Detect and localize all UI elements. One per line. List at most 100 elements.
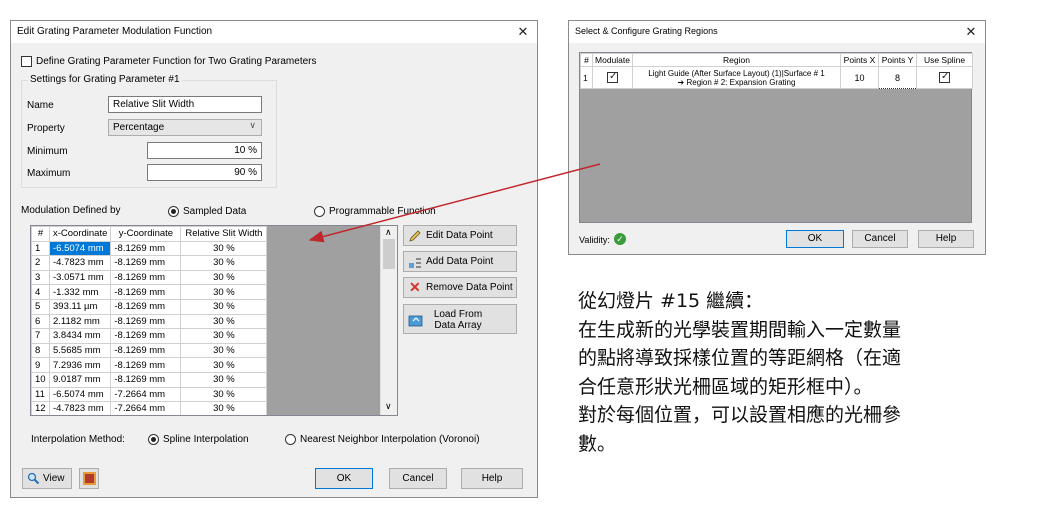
close-button[interactable]: ✕ [513,22,533,42]
data-points-grid: # x-Coordinate y-Coordinate Relative Slit W… [31,226,268,415]
add-point-icon [409,258,421,268]
x-coordinate-cell[interactable]: 2.1182 mm [48,313,112,330]
slide-annotation: 從幻燈片 #15 繼續： 在生成新的光學裝置期間輸入一定數量 的點將導致採樣位置… [578,287,1048,458]
modulate-cell[interactable] [592,66,633,89]
slit-width-cell[interactable]: 30 % [180,357,268,373]
x-coordinate-cell[interactable]: -1.332 mm [48,284,112,300]
points-y-cell[interactable]: 8 [878,66,917,89]
x-coordinate-cell[interactable]: 9.0187 mm [48,371,112,388]
x-coordinate-cell[interactable]: -4.7823 mm [48,401,112,415]
table-row[interactable]: 11 -6.5074 mm -7.2664 mm 30 % [31,386,268,403]
table-row[interactable]: 12 -4.7823 mm -7.2664 mm 30 % [31,401,268,415]
property-select[interactable]: Percentage ∨ [108,119,262,136]
slit-width-cell[interactable]: 30 % [180,255,268,271]
y-coordinate-cell[interactable]: -8.1269 mm [110,357,182,373]
region-cancel-button[interactable]: Cancel [852,230,908,248]
x-coordinate-cell[interactable]: -4.7823 mm [48,255,112,271]
name-field[interactable]: Relative Slit Width [108,96,262,113]
y-coordinate-cell[interactable]: -8.1269 mm [110,313,182,330]
x-coordinate-cell[interactable]: 7.2936 mm [48,357,112,373]
y-coordinate-cell[interactable]: -8.1269 mm [110,298,182,315]
table-row[interactable]: 2 -4.7823 mm -8.1269 mm 30 % [31,255,268,271]
nearest-neighbor-radio[interactable] [285,434,296,445]
add-data-point-button[interactable]: Add Data Point [403,251,517,272]
table-row[interactable]: 6 2.1182 mm -8.1269 mm 30 % [31,313,268,330]
table-row[interactable]: 8 5.5685 mm -8.1269 mm 30 % [31,342,268,359]
spline-interpolation-radio[interactable] [148,434,159,445]
x-coordinate-cell[interactable]: -6.5074 mm [48,386,112,403]
two-params-checkbox[interactable] [21,56,32,67]
slit-width-cell[interactable]: 30 % [180,313,268,330]
help-label: Help [481,473,503,484]
column-header[interactable]: y-Coordinate [110,226,182,242]
table-row[interactable]: 1 -6.5074 mm -8.1269 mm 30 % [31,240,268,257]
y-coordinate-cell[interactable]: -8.1269 mm [110,371,182,388]
table-row[interactable]: 10 9.0187 mm -8.1269 mm 30 % [31,371,268,388]
y-coordinate-cell[interactable]: -8.1269 mm [110,255,182,271]
region-dialog-titlebar: Select & Configure Grating Regions ✕ [569,21,985,43]
cancel-button[interactable]: Cancel [389,468,447,489]
slit-width-cell[interactable]: 30 % [180,342,268,359]
table-body: 1 -6.5074 mm -8.1269 mm 30 % 2 -4.7823 mm -8.1… [31,240,268,415]
slit-width-cell[interactable]: 30 % [180,386,268,403]
y-coordinate-cell[interactable]: -8.1269 mm [110,284,182,300]
x-coordinate-cell[interactable]: 3.8434 mm [48,328,112,344]
table-row[interactable]: 9 7.2936 mm -8.1269 mm 30 % [31,357,268,373]
slit-width-cell[interactable]: 30 % [180,328,268,344]
maximum-field[interactable]: 90 % [147,164,262,181]
region-ok-button[interactable]: OK [786,230,844,248]
table-row[interactable]: 7 3.8434 mm -8.1269 mm 30 % [31,328,268,344]
y-coordinate-cell[interactable]: -8.1269 mm [110,342,182,359]
dialog-title: Edit Grating Parameter Modulation Functi… [17,26,213,37]
use-spline-cell[interactable] [916,66,973,89]
slit-width-cell[interactable]: 30 % [180,298,268,315]
column-header[interactable]: # [31,226,50,242]
view-button[interactable]: View [22,468,72,489]
edit-data-point-button[interactable]: Edit Data Point [403,225,517,246]
row-index: 11 [31,386,50,403]
x-coordinate-cell[interactable]: 5.5685 mm [48,342,112,359]
region-row[interactable]: 1 Light Guide (After Surface Layout) (1)… [580,66,973,89]
load-from-array-button[interactable]: Load From Data Array [403,304,517,334]
ok-button[interactable]: OK [315,468,373,489]
slit-width-cell[interactable]: 30 % [180,401,268,415]
column-header[interactable]: x-Coordinate [48,226,112,242]
y-coordinate-cell[interactable]: -7.2664 mm [110,386,182,403]
scroll-thumb[interactable] [383,239,395,269]
render-button[interactable] [79,468,99,489]
row-index: 5 [31,298,50,315]
region-name-cell: Light Guide (After Surface Layout) (1)|S… [632,66,841,89]
table-row[interactable]: 5 393.11 µm -8.1269 mm 30 % [31,298,268,315]
col-use-spline: Use Spline [916,53,973,67]
table-row[interactable]: 3 -3.0571 mm -8.1269 mm 30 % [31,269,268,286]
slit-width-cell[interactable]: 30 % [180,284,268,300]
x-coordinate-cell[interactable]: -6.5074 mm [48,240,112,257]
sampled-data-radio[interactable] [168,206,179,217]
programmable-function-radio[interactable] [314,206,325,217]
use-spline-checkbox[interactable] [939,71,950,83]
remove-data-point-button[interactable]: ✕ Remove Data Point [403,277,517,298]
column-header[interactable]: Relative Slit Width [180,226,268,242]
slit-width-cell[interactable]: 30 % [180,240,268,257]
table-row[interactable]: 4 -1.332 mm -8.1269 mm 30 % [31,284,268,300]
y-coordinate-cell[interactable]: -8.1269 mm [110,328,182,344]
slit-width-cell[interactable]: 30 % [180,371,268,388]
region-close-button[interactable]: ✕ [961,22,981,42]
region-help-button[interactable]: Help [918,230,974,248]
y-coordinate-cell[interactable]: -8.1269 mm [110,269,182,286]
pencil-icon [409,230,421,242]
minimum-field[interactable]: 10 % [147,142,262,159]
view-label: View [43,473,65,484]
y-coordinate-cell[interactable]: -8.1269 mm [110,240,182,257]
scroll-down-icon[interactable]: ∨ [385,401,392,412]
x-coordinate-cell[interactable]: 393.11 µm [48,298,112,315]
x-coordinate-cell[interactable]: -3.0571 mm [48,269,112,286]
points-x-cell[interactable]: 10 [840,66,879,89]
scroll-up-icon[interactable]: ∧ [385,227,392,238]
slit-width-cell[interactable]: 30 % [180,269,268,286]
table-scrollbar[interactable]: ∧ ∨ [380,226,397,415]
help-button[interactable]: Help [461,468,523,489]
modulate-checkbox[interactable] [607,71,618,83]
y-coordinate-cell[interactable]: -7.2664 mm [110,401,182,415]
validity-label: Validity: [579,235,610,245]
